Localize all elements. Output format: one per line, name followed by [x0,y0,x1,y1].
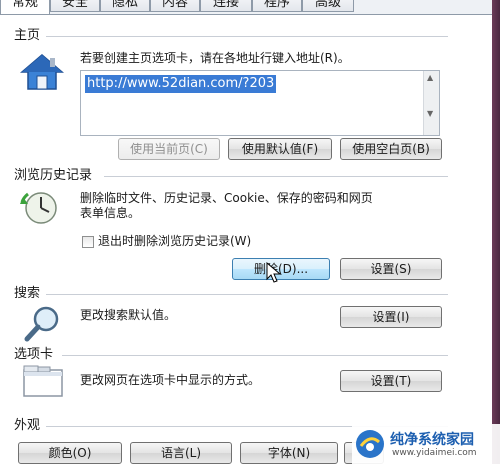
search-divider [46,294,448,295]
tabs-section-title: 选项卡 [14,347,54,362]
background-edge [492,0,500,464]
homepage-section-title: 主页 [14,28,41,43]
tabs-settings-button[interactable]: 设置(T) [340,370,442,392]
history-settings-button[interactable]: 设置(S) [340,258,442,280]
history-description-line2: 表单信息。 [80,206,141,220]
history-clock-icon [18,188,62,228]
textarea-scrollbar[interactable]: ▲ ▼ [423,71,439,135]
mouse-cursor-icon [266,261,282,284]
tab-content[interactable]: 内容 [150,0,200,12]
history-divider [104,176,448,177]
history-section-title: 浏览历史记录 [14,168,93,183]
languages-button[interactable]: 语言(L) [130,442,232,464]
tab-programs[interactable]: 程序 [252,0,302,12]
tabs-divider [62,355,448,356]
watermark-logo-icon [356,430,384,458]
tab-privacy[interactable]: 隐私 [100,0,150,12]
use-blank-button[interactable]: 使用空白页(B) [340,138,442,160]
tab-general[interactable]: 常规 [0,0,50,14]
search-settings-button[interactable]: 设置(I) [340,306,442,328]
appearance-section-title: 外观 [14,418,41,433]
tab-security[interactable]: 安全 [50,0,100,12]
search-description: 更改搜索默认值。 [80,308,177,322]
watermark-url: www.yidaimei.com [392,448,477,458]
scroll-up-icon[interactable]: ▲ [427,73,433,82]
tab-advanced[interactable]: 高级 [302,0,354,12]
homepage-url-value: http://www.52dian.com/?203 [85,75,277,93]
use-current-button[interactable]: 使用当前页(C) [118,138,220,160]
tab-connections[interactable]: 连接 [200,0,252,12]
search-section-title: 搜索 [14,286,41,301]
house-icon [19,52,65,92]
magnifier-icon [22,304,66,344]
tabs-description: 更改网页在选项卡中显示的方式。 [80,373,261,387]
homepage-url-textarea[interactable]: http://www.52dian.com/?203 ▲ ▼ [80,70,440,136]
colors-button[interactable]: 颜色(O) [18,442,122,464]
history-description-line1: 删除临时文件、历史记录、Cookie、保存的密码和网页 [80,191,373,205]
delete-on-exit-checkbox[interactable] [82,236,94,248]
tabbed-window-icon [22,364,66,400]
homepage-description: 若要创建主页选项卡，请在各地址行键入地址(R)。 [80,51,350,65]
scroll-down-icon[interactable]: ▼ [427,109,433,118]
watermark: 纯净系统家园 www.yidaimei.com [352,424,500,464]
fonts-button[interactable]: 字体(N) [240,442,338,464]
delete-on-exit-label: 退出时删除浏览历史记录(W) [98,234,252,248]
watermark-name: 纯净系统家园 [390,432,474,448]
homepage-divider [46,36,448,37]
use-default-button[interactable]: 使用默认值(F) [228,138,332,160]
tab-strip: 常规 安全 隐私 内容 连接 程序 高级 [0,0,500,15]
